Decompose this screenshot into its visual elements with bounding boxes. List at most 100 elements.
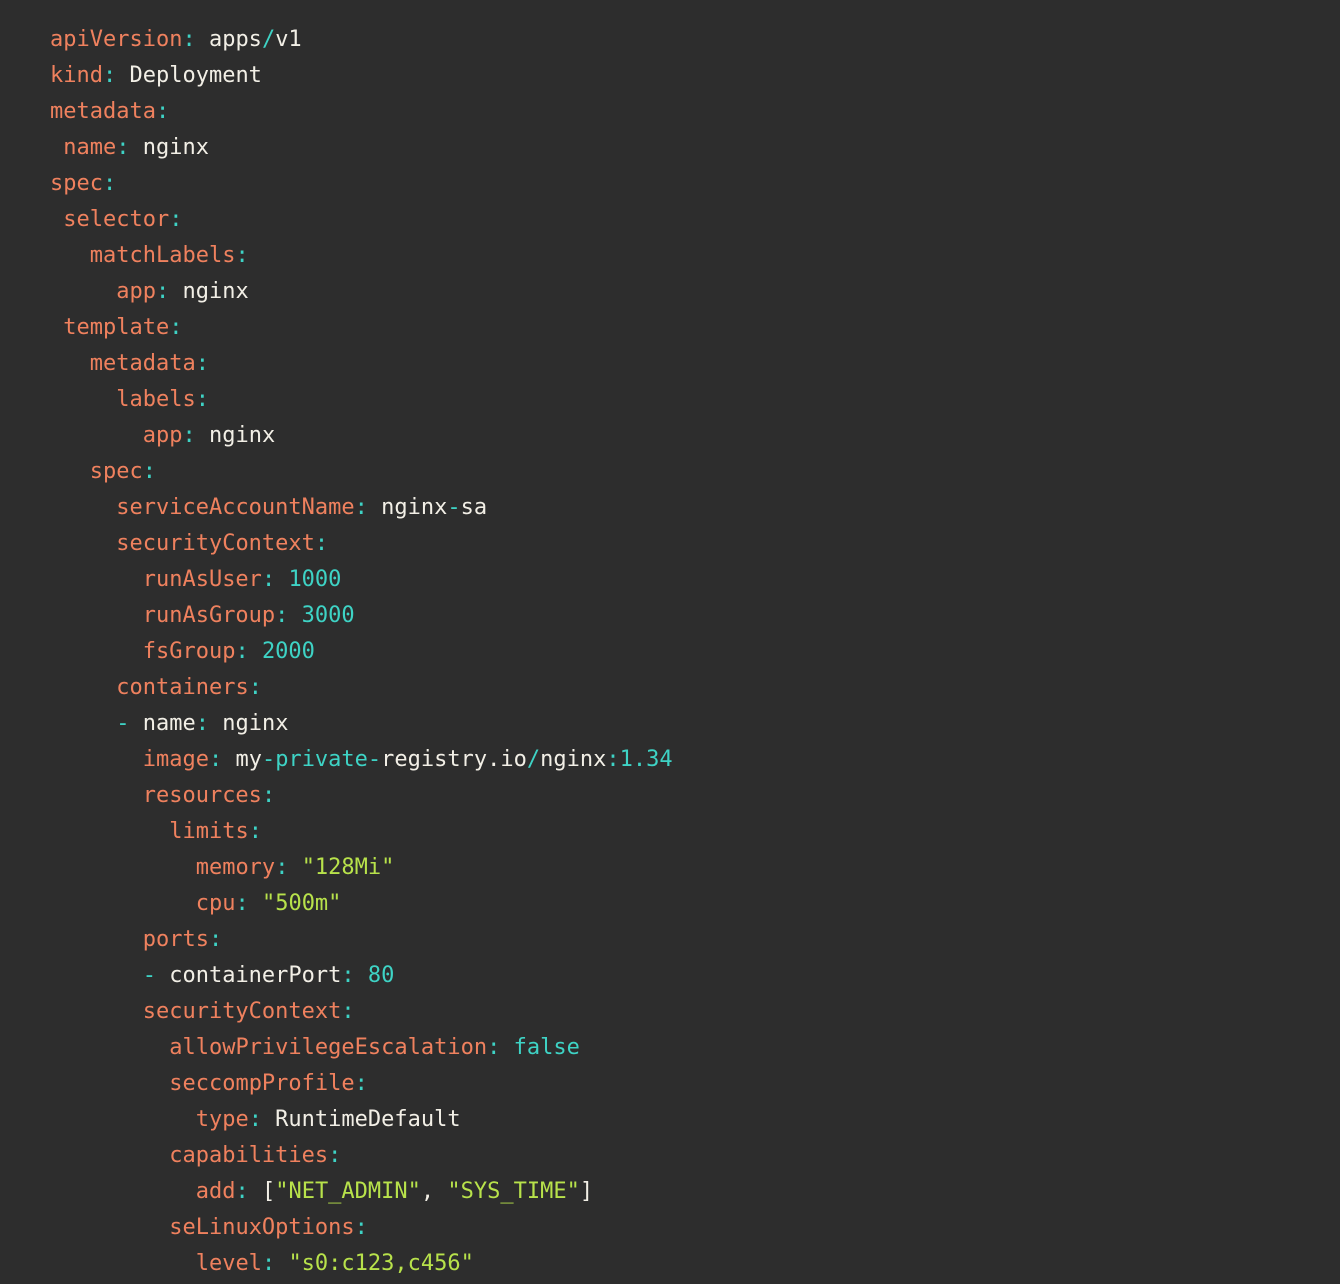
yaml-editor[interactable]: apiVersion: apps/v1kind: Deploymentmetad… [0,0,1340,1284]
token-cyan: : [143,459,156,484]
code-line: app: nginx [50,274,1330,310]
code-line: - name: nginx [50,706,1330,742]
token-str: "500m" [262,891,341,916]
token-key: securityContext [143,999,342,1024]
token-plain [50,495,116,520]
token-plain [50,531,116,556]
token-cyan: : [328,1143,341,1168]
token-cyan: : [196,387,209,412]
token-plain [50,927,143,952]
code-line: securityContext: [50,526,1330,562]
token-cyan: - [116,711,129,736]
token-cyan: : [341,999,354,1024]
token-plain [50,603,143,628]
token-cyan: : [355,1215,368,1240]
code-line: securityContext: [50,994,1330,1030]
token-plain [275,1251,288,1276]
token-plain: ] [580,1179,593,1204]
code-line: memory: "128Mi" [50,850,1330,886]
token-key: template [63,315,169,340]
token-plain: nginx [540,747,606,772]
token-plain [275,567,288,592]
code-line: add: ["NET_ADMIN", "SYS_TIME"] [50,1174,1330,1210]
token-plain: my [222,747,262,772]
code-line: metadata: [50,346,1330,382]
token-cyan: :1.34 [606,747,672,772]
token-cyan: : [169,207,182,232]
token-cyan: : [169,315,182,340]
token-cyan: : [182,27,195,52]
token-cyan: : [249,819,262,844]
token-cyan: - [447,495,460,520]
token-cyan: 1000 [288,567,341,592]
token-key: fsGroup [143,639,236,664]
code-line: allowPrivilegeEscalation: false [50,1030,1330,1066]
token-key: apiVersion [50,27,182,52]
code-line: cpu: "500m" [50,886,1330,922]
token-plain [50,387,116,412]
token-key: memory [196,855,275,880]
code-line: spec: [50,454,1330,490]
code-line: ports: [50,922,1330,958]
token-cyan: : [275,603,288,628]
token-cyan: : [235,639,248,664]
token-plain: nginx [169,279,248,304]
code-line: type: RuntimeDefault [50,1102,1330,1138]
token-cyan: : [209,747,222,772]
token-cyan: 3000 [302,603,355,628]
token-key: level [196,1251,262,1276]
token-str: "SYS_TIME" [447,1179,579,1204]
token-plain [50,1215,169,1240]
token-cyan: : [196,711,209,736]
token-plain: Deployment [116,63,262,88]
code-line: labels: [50,382,1330,418]
token-cyan: : [103,63,116,88]
token-key: runAsGroup [143,603,275,628]
token-cyan: : [355,1071,368,1096]
token-key: matchLabels [90,243,236,268]
code-line: level: "s0:c123,c456" [50,1246,1330,1282]
token-plain: v1 [275,27,302,52]
code-line: seLinuxOptions: [50,1210,1330,1246]
code-line: image: my-private-registry.io/nginx:1.34 [50,742,1330,778]
token-plain [50,243,90,268]
token-plain [50,711,116,736]
token-key: spec [90,459,143,484]
token-key: serviceAccountName [116,495,354,520]
token-cyan: : [249,675,262,700]
token-plain: registry.io [381,747,527,772]
code-line: fsGroup: 2000 [50,634,1330,670]
token-key: metadata [50,99,156,124]
code-line: containers: [50,670,1330,706]
token-cyan: : [235,1179,248,1204]
token-key: capabilities [169,1143,328,1168]
code-line: name: nginx [50,130,1330,166]
token-key: seLinuxOptions [169,1215,354,1240]
token-plain [249,639,262,664]
token-plain [50,855,196,880]
token-plain [50,423,143,448]
token-key: metadata [90,351,196,376]
code-line: - containerPort: 80 [50,958,1330,994]
token-plain [50,135,63,160]
token-plain [50,1179,196,1204]
token-key: app [116,279,156,304]
token-plain [50,675,116,700]
token-cyan: : [116,135,129,160]
token-key: runAsUser [143,567,262,592]
token-cyan: -private- [262,747,381,772]
token-key: kind [50,63,103,88]
token-key: cpu [196,891,236,916]
token-str: "s0:c123,c456" [288,1251,473,1276]
token-cyan: 2000 [262,639,315,664]
code-line: capabilities: [50,1138,1330,1174]
token-cyan: : [156,279,169,304]
token-cyan: : [262,1251,275,1276]
token-cyan: : [196,351,209,376]
token-plain [50,783,143,808]
token-cyan: : [355,495,368,520]
token-plain [50,207,63,232]
token-key: securityContext [116,531,315,556]
token-plain: nginx [129,135,208,160]
token-plain [288,855,301,880]
